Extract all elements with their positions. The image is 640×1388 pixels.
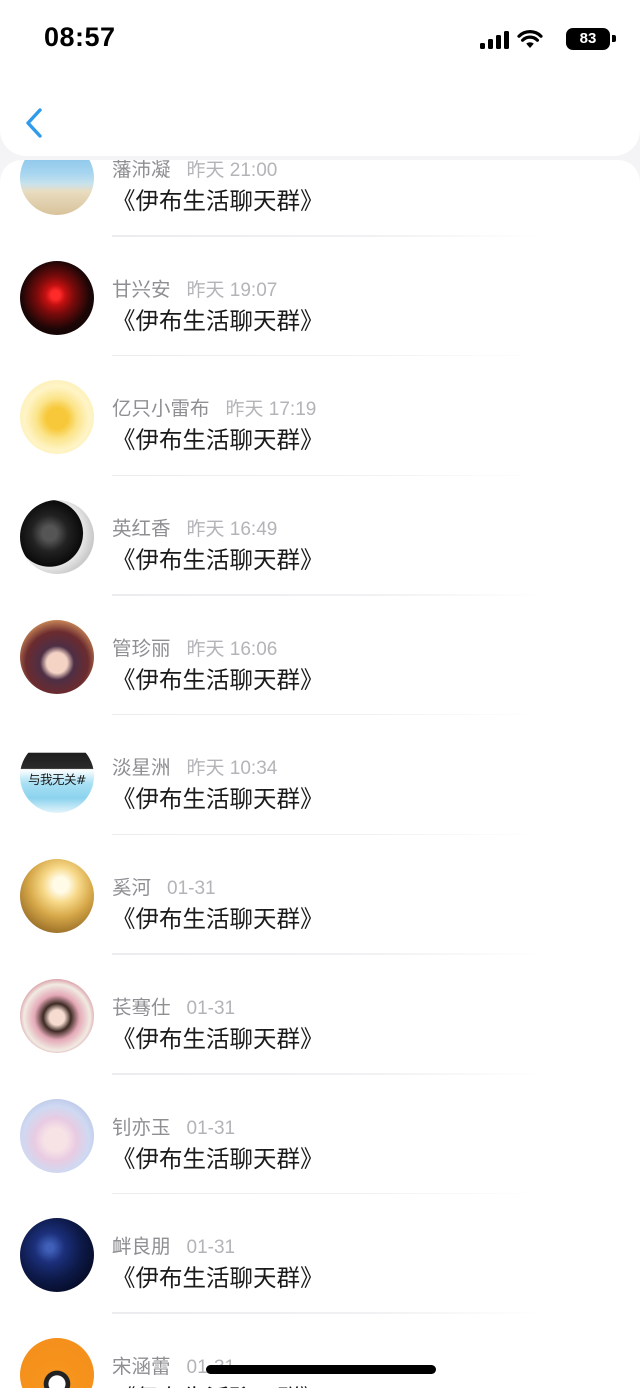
- avatar[interactable]: [20, 1337, 94, 1388]
- message-time: 昨天 17:19: [225, 399, 317, 421]
- message-meta: 奚河 01-31: [112, 871, 216, 899]
- wifi-icon: [517, 30, 543, 48]
- avatar[interactable]: [20, 160, 94, 215]
- screen: 08:57 83 藩沛凝 昨天 21:00 《伊布生活聊天群》 甘兴安 昨天 1…: [0, 0, 640, 1388]
- sender-name: 钊亦玉: [112, 1115, 171, 1139]
- battery-level: 83: [579, 30, 597, 47]
- message-time: 01-31: [186, 1237, 236, 1259]
- message-meta: 英红香 昨天 16:49: [112, 512, 277, 540]
- message-meta: 衅良朋 01-31: [112, 1230, 235, 1258]
- message-time: 昨天 16:06: [186, 638, 278, 660]
- sender-name: 英红香: [112, 517, 171, 541]
- message-text: 《伊布生活聊天群》: [112, 1264, 324, 1293]
- message-list: 藩沛凝 昨天 21:00 《伊布生活聊天群》 甘兴安 昨天 19:07 《伊布生活聊…: [0, 160, 640, 1388]
- chevron-left-icon: [26, 108, 42, 138]
- message-item[interactable]: 衅良朋 01-31 《伊布生活聊天群》: [0, 1194, 640, 1314]
- home-indicator[interactable]: [206, 1365, 436, 1374]
- sender-name: 奚河: [112, 876, 152, 900]
- sender-name: 甘兴安: [112, 277, 171, 301]
- avatar[interactable]: [20, 260, 94, 335]
- message-text: 《伊布生活聊天群》: [112, 785, 324, 814]
- message-item[interactable]: 与我无关# 淡星洲 昨天 10:34 《伊布生活聊天群》: [0, 715, 640, 836]
- sender-name: 宋涵蕾: [112, 1354, 171, 1378]
- message-item[interactable]: 钊亦玉 01-31 《伊布生活聊天群》: [0, 1075, 640, 1195]
- message-text: 《伊布生活聊天群》: [112, 1379, 324, 1388]
- avatar[interactable]: [20, 1098, 94, 1173]
- sender-name: 淡星洲: [112, 756, 171, 780]
- message-item[interactable]: 苌骞仕 01-31 《伊布生活聊天群》: [0, 955, 640, 1075]
- message-meta: 甘兴安 昨天 19:07: [112, 273, 277, 301]
- message-text: 《伊布生活聊天群》: [112, 546, 324, 575]
- message-item[interactable]: 宋涵蕾01-31 《伊布生活聊天群》: [0, 1314, 640, 1388]
- message-time: 01-31: [167, 878, 216, 900]
- avatar[interactable]: [20, 859, 94, 934]
- avatar[interactable]: [20, 619, 94, 694]
- message-item[interactable]: 亿只小雷布 昨天 17:19 《伊布生活聊天群》: [0, 356, 640, 477]
- message-text: 《伊布生活聊天群》: [112, 665, 324, 694]
- message-meta: 藩沛凝 昨天 21:00: [112, 160, 277, 181]
- message-item[interactable]: 英红香 昨天 16:49 《伊布生活聊天群》: [0, 476, 640, 596]
- avatar[interactable]: [20, 380, 94, 455]
- message-time: 昨天 21:00: [186, 160, 278, 181]
- status-time: 08:57: [44, 22, 116, 52]
- battery-indicator: 83: [566, 28, 610, 50]
- message-text: 《伊布生活聊天群》: [112, 905, 324, 934]
- sender-name: 苌骞仕: [112, 995, 171, 1019]
- message-meta: 苌骞仕 01-31: [112, 991, 235, 1019]
- message-item[interactable]: 管珍丽 昨天 16:06 《伊布生活聊天群》: [0, 596, 640, 716]
- battery-tip: [612, 35, 616, 42]
- message-item[interactable]: 奚河 01-31 《伊布生活聊天群》: [0, 835, 640, 955]
- message-time: 01-31: [186, 997, 236, 1019]
- message-text: 《伊布生活聊天群》: [112, 1144, 324, 1173]
- message-time: 昨天 19:07: [186, 279, 278, 301]
- cellular-signal-icon: [480, 31, 510, 49]
- message-item[interactable]: 甘兴安 昨天 19:07 《伊布生活聊天群》: [0, 237, 640, 357]
- message-meta: 淡星洲 昨天 10:34: [112, 751, 277, 779]
- message-text: 《伊布生活聊天群》: [112, 1024, 324, 1053]
- message-time: 01-31: [186, 1117, 236, 1139]
- header-bar: 08:57 83: [0, 0, 640, 156]
- message-text: 《伊布生活聊天群》: [112, 426, 324, 455]
- back-button[interactable]: [22, 106, 48, 140]
- sender-name: 管珍丽: [112, 636, 171, 660]
- avatar[interactable]: [20, 500, 94, 575]
- avatar[interactable]: [20, 1218, 94, 1293]
- message-meta: 钊亦玉 01-31: [112, 1111, 235, 1139]
- avatar-caption: 与我无关#: [28, 772, 86, 788]
- status-icons: 83: [476, 27, 616, 53]
- message-text: 《伊布生活聊天群》: [112, 306, 324, 335]
- avatar[interactable]: [20, 978, 94, 1053]
- sender-name: 衅良朋: [112, 1235, 171, 1259]
- sender-name: 亿只小雷布: [112, 397, 210, 421]
- message-item[interactable]: 藩沛凝 昨天 21:00 《伊布生活聊天群》: [0, 160, 640, 237]
- message-meta: 管珍丽 昨天 16:06: [112, 632, 277, 660]
- message-text: 《伊布生活聊天群》: [112, 187, 324, 215]
- avatar[interactable]: 与我无关#: [20, 739, 94, 814]
- message-meta: 亿只小雷布 昨天 17:19: [112, 392, 316, 420]
- message-list-panel: 藩沛凝 昨天 21:00 《伊布生活聊天群》 甘兴安 昨天 19:07 《伊布生活聊…: [0, 160, 640, 1388]
- sender-name: 藩沛凝: [112, 160, 171, 181]
- message-time: 昨天 10:34: [186, 758, 278, 780]
- message-time: 昨天 16:49: [186, 519, 278, 541]
